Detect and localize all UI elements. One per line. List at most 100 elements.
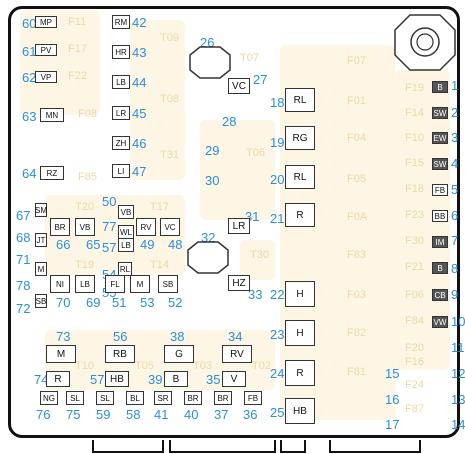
fuse-code-label: F30 <box>405 235 424 247</box>
fuse-code-label: F04 <box>347 132 366 144</box>
fuse-position-number: 12 <box>451 366 465 381</box>
fuse-position-number: 48 <box>168 237 183 252</box>
fuse-code-label: F23 <box>405 209 424 221</box>
relay: RL <box>285 88 315 112</box>
fuse-position-number: 28 <box>222 114 237 129</box>
fuse-position-number: 35 <box>206 372 221 387</box>
fuse-position-number: 71 <box>16 252 31 267</box>
fuse-position-number: 52 <box>168 295 183 310</box>
fuse: VB <box>75 218 95 236</box>
fuse-code-label: T08 <box>160 93 179 105</box>
fuse: VC <box>160 218 180 236</box>
fuse: EW <box>432 132 448 144</box>
fuse-code-label: T14 <box>150 259 169 271</box>
fuse-position-number: 16 <box>385 392 400 407</box>
fuse-position-number: 20 <box>270 172 285 187</box>
fuse-code-label: T31 <box>160 149 179 161</box>
fuse: SW <box>432 107 448 119</box>
fuse-position-number: 50 <box>102 194 117 209</box>
fuse-position-number: 57 <box>90 372 105 387</box>
fuse-position-number: 65 <box>86 237 101 252</box>
fuse-position-number: 30 <box>205 173 220 188</box>
fuse: B <box>432 81 448 93</box>
fuse-position-number: 70 <box>56 295 71 310</box>
fuse: SL <box>66 391 84 405</box>
fuse: BB <box>432 210 448 222</box>
fuse: MN <box>40 108 64 122</box>
fuse-position-number: 39 <box>148 372 163 387</box>
fuse-position-number: 9 <box>451 287 459 302</box>
fuse-position-number: 10 <box>451 314 465 329</box>
fuse: RM <box>112 15 130 29</box>
relay-rh: RH <box>195 248 221 270</box>
fuse-position-number: 49 <box>140 237 155 252</box>
fuse-position-number: 64 <box>22 166 37 181</box>
fuse-code-label: T09 <box>160 32 179 44</box>
relay: RG <box>285 126 315 150</box>
relay: HB <box>105 371 129 387</box>
fuse-code-label: F07 <box>347 55 366 67</box>
fuse-position-number: 42 <box>132 15 147 30</box>
fuse-position-number: 66 <box>56 237 71 252</box>
fuse-position-number: 34 <box>228 329 243 344</box>
relay: H <box>285 281 315 307</box>
fuse-code-label: F08 <box>78 108 97 120</box>
fuse-code-label: T07 <box>240 52 259 64</box>
fuse-position-number: 19 <box>270 135 285 150</box>
fuse: LB <box>118 238 134 252</box>
fuse-position-number: 27 <box>253 72 268 87</box>
fuse: LB <box>112 75 130 89</box>
fuse: VW <box>432 316 448 328</box>
fuse-position-number: 51 <box>112 295 127 310</box>
fuse-code-label: F24 <box>405 379 424 391</box>
fuse-position-number: 63 <box>22 109 37 124</box>
fuse-position-number: 37 <box>214 407 229 422</box>
fuse: CB <box>432 289 448 301</box>
fuse-code-label: F01 <box>347 95 366 107</box>
fuse: MP <box>35 16 57 28</box>
fuse-code-label: F05 <box>347 173 366 185</box>
fuse-code-label: F16 <box>405 356 424 368</box>
components-layer: 6061626364676871787242434445464750775754… <box>0 0 465 454</box>
fuse-position-number: 18 <box>270 95 285 110</box>
fuse: BR <box>184 391 202 405</box>
fuse-code-label: T03 <box>193 360 212 372</box>
fuse: NG <box>40 391 58 405</box>
fuse: IM <box>432 236 448 248</box>
relay: HZ <box>228 275 250 291</box>
relay: B <box>164 371 188 387</box>
fuse-position-number: 58 <box>126 407 141 422</box>
fuse-position-number: 72 <box>16 301 31 316</box>
fuse: RZ <box>40 166 64 180</box>
fuse-code-label: F22 <box>68 70 87 82</box>
fuse-code-label: F87 <box>405 403 424 415</box>
fuse: RL <box>118 262 132 276</box>
fuse-code-label: F15 <box>405 157 424 169</box>
fuse-position-number: 40 <box>184 407 199 422</box>
relay: R <box>46 371 70 387</box>
fuse-position-number: 8 <box>451 261 459 276</box>
fuse-position-number: 56 <box>113 329 128 344</box>
relay: R <box>285 360 315 386</box>
fuse-position-number: 15 <box>385 366 400 381</box>
fuse-position-number: 32 <box>201 230 216 245</box>
fuse-position-number: 3 <box>451 130 459 145</box>
fuse: SB <box>158 275 178 293</box>
fuse-position-number: 73 <box>56 329 71 344</box>
fuse-position-number: 76 <box>36 407 51 422</box>
fuse-position-number: 23 <box>270 327 285 342</box>
fuse-position-number: 38 <box>170 329 185 344</box>
fuse: BR <box>50 218 70 236</box>
fuse-code-label: F19 <box>405 82 424 94</box>
fuse-position-number: 17 <box>385 417 400 432</box>
relay: M <box>46 345 76 363</box>
relay: HB <box>285 398 315 424</box>
relay: H <box>285 320 315 346</box>
fuse-code-label: T30 <box>250 249 269 261</box>
fuse-position-number: 2 <box>451 105 459 120</box>
fuse-code-label: F81 <box>347 366 366 378</box>
fuse-code-label: F18 <box>405 183 424 195</box>
fuse-position-number: 46 <box>132 136 147 151</box>
fuse-box-diagram: { "num": ["60","61","62","63","64","67",… <box>0 0 465 454</box>
relay: RV <box>222 345 252 363</box>
